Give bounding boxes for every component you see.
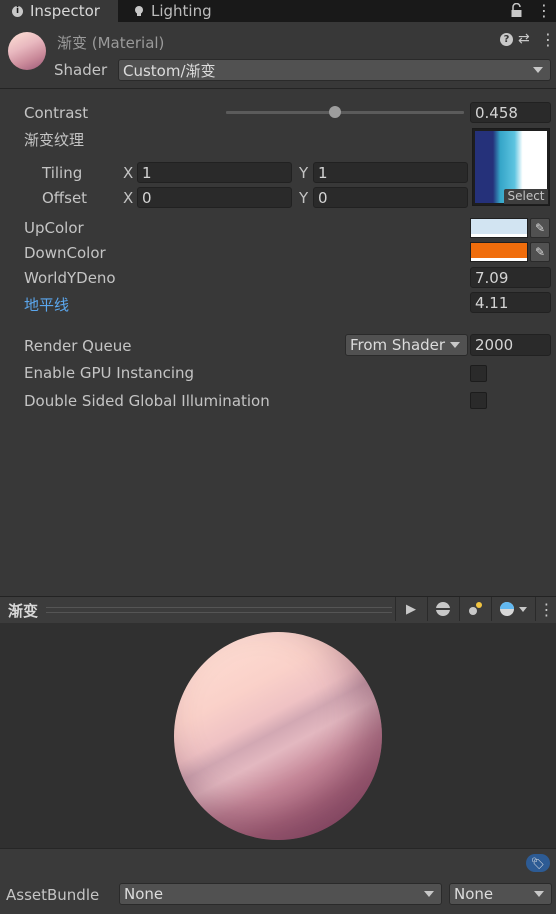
- play-icon[interactable]: ▶: [395, 597, 426, 621]
- contrast-slider-thumb[interactable]: [329, 106, 341, 118]
- asset-bundle-name-dropdown[interactable]: None: [119, 883, 442, 905]
- asset-bundle-name: None: [124, 885, 164, 903]
- render-queue-mode: From Shader: [350, 336, 446, 354]
- downcolor-swatch[interactable]: [470, 242, 528, 262]
- chevron-down-icon: [533, 67, 543, 73]
- material-thumbnail: [8, 32, 46, 70]
- tag-icon[interactable]: 🏷: [526, 854, 550, 872]
- worldydeno-field[interactable]: 7.09: [470, 267, 551, 288]
- tab-menu-icon[interactable]: ⋮: [536, 1, 552, 20]
- offset-x-field[interactable]: 0: [137, 187, 292, 208]
- lock-icon[interactable]: [510, 3, 523, 18]
- tiling-x-label: X: [123, 164, 134, 182]
- gpu-instancing-label: Enable GPU Instancing: [24, 364, 195, 382]
- material-preview-sphere[interactable]: [174, 632, 382, 840]
- chevron-down-icon: [519, 606, 527, 612]
- offset-y-field[interactable]: 0: [313, 187, 468, 208]
- header-menu-icon[interactable]: ⋮: [540, 30, 556, 49]
- downcolor-label: DownColor: [24, 244, 106, 262]
- tab-inspector-label: Inspector: [30, 2, 100, 20]
- asset-bundle-label: AssetBundle: [6, 886, 100, 904]
- worldydeno-label: WorldYDeno: [24, 269, 116, 287]
- preview-drag-handle[interactable]: [46, 607, 392, 613]
- light-icon[interactable]: [459, 597, 490, 621]
- chevron-down-icon: [534, 891, 544, 897]
- header-divider: [0, 88, 556, 89]
- material-title: 渐变 (Material): [57, 34, 165, 52]
- horizon-field[interactable]: 4.11: [470, 292, 551, 313]
- help-icon[interactable]: ?: [500, 33, 513, 46]
- chevron-down-icon: [450, 342, 460, 348]
- info-icon: i: [12, 5, 23, 17]
- upcolor-swatch[interactable]: [470, 218, 528, 238]
- asset-bundle-variant-dropdown[interactable]: None: [449, 883, 552, 905]
- preview-menu-icon[interactable]: ⋮: [535, 597, 556, 621]
- preview-title: 渐变: [8, 602, 39, 620]
- horizon-label: 地平线: [24, 296, 70, 314]
- offset-label: Offset: [42, 189, 88, 207]
- tab-lighting[interactable]: Lighting: [124, 0, 234, 22]
- shader-label: Shader: [54, 61, 108, 79]
- ramp-texture-label: 渐变纹理: [24, 131, 85, 149]
- preset-icon[interactable]: ⇄: [518, 31, 530, 47]
- offset-y-label: Y: [299, 189, 309, 207]
- tiling-y-label: Y: [299, 164, 309, 182]
- preview-background-icon[interactable]: [491, 597, 534, 621]
- double-sided-gi-checkbox[interactable]: [470, 392, 487, 409]
- contrast-slider[interactable]: [226, 111, 464, 114]
- shader-dropdown[interactable]: Custom/渐变: [118, 59, 551, 81]
- bulb-icon: [135, 6, 143, 16]
- render-queue-label: Render Queue: [24, 337, 132, 355]
- chevron-down-icon: [424, 891, 434, 897]
- tab-inspector[interactable]: i Inspector: [0, 0, 118, 22]
- asset-bundle-variant: None: [454, 885, 494, 903]
- tiling-y-field[interactable]: 1: [313, 162, 468, 183]
- offset-x-label: X: [123, 189, 134, 207]
- upcolor-label: UpColor: [24, 219, 84, 237]
- tiling-label: Tiling: [42, 164, 83, 182]
- shader-value: Custom/渐变: [123, 61, 216, 80]
- texture-select-button[interactable]: Select: [504, 189, 548, 204]
- gpu-instancing-checkbox[interactable]: [470, 365, 487, 382]
- ramp-texture-slot[interactable]: Select: [472, 128, 550, 206]
- contrast-field[interactable]: 0.458: [470, 102, 551, 123]
- double-sided-gi-label: Double Sided Global Illumination: [24, 392, 270, 410]
- render-queue-dropdown[interactable]: From Shader: [345, 334, 468, 356]
- eyedropper-icon[interactable]: ✎: [530, 218, 550, 238]
- tab-lighting-label: Lighting: [151, 2, 212, 20]
- eyedropper-icon[interactable]: ✎: [530, 242, 550, 262]
- sphere-mesh-icon[interactable]: [427, 597, 458, 621]
- contrast-label: Contrast: [24, 104, 89, 122]
- render-queue-field[interactable]: 2000: [470, 334, 551, 356]
- tiling-x-field[interactable]: 1: [137, 162, 292, 183]
